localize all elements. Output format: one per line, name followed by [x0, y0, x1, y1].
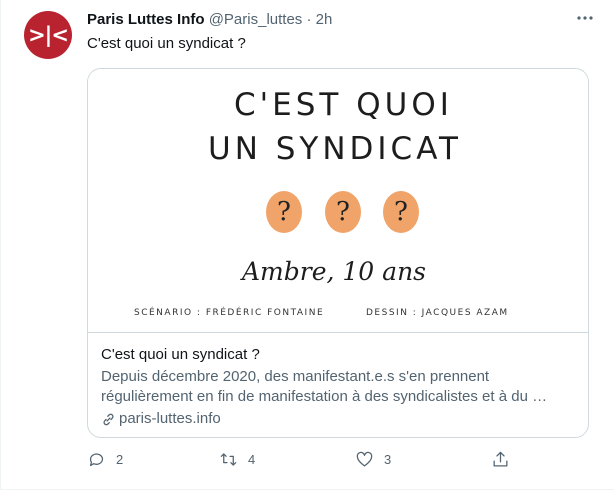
question-bubble: ?: [266, 191, 302, 233]
retweet-count: 4: [248, 452, 256, 467]
card-image-credit-art: DESSIN : JACQUES AZAM: [366, 308, 509, 318]
like-count: 3: [384, 452, 392, 467]
heart-icon: [356, 451, 373, 467]
card-image-byline: Ambre, 10 ans: [242, 257, 426, 286]
reply-icon: [89, 453, 104, 467]
like-button[interactable]: 3: [355, 450, 391, 469]
share-icon: [493, 451, 508, 467]
tweet-text: C'est quoi un syndicat ?: [87, 35, 246, 52]
author-handle[interactable]: @Paris_luttes: [209, 11, 303, 28]
tweet-actions: 2 4 3: [87, 450, 527, 474]
card-link-domain: paris-luttes.info: [119, 410, 221, 427]
tweet-header: Paris Luttes Info @Paris_luttes · 2h: [87, 10, 574, 30]
link-icon: [103, 413, 114, 425]
share-button[interactable]: [491, 450, 510, 469]
card-link[interactable]: paris-luttes.info: [101, 409, 575, 429]
reply-button[interactable]: 2: [87, 450, 123, 469]
card-image-title-line2: UN SYNDICAT: [208, 131, 462, 167]
card-image-credit-script: SCÉNARIO : FRÉDÉRIC FONTAINE: [134, 308, 325, 318]
card-title: C'est quoi un syndicat ?: [101, 346, 260, 363]
card-body[interactable]: C'est quoi un syndicat ? Depuis décembre…: [101, 345, 575, 429]
retweet-button[interactable]: 4: [219, 450, 255, 469]
question-bubble: ?: [383, 191, 419, 233]
question-bubble: ?: [325, 191, 361, 233]
reply-count: 2: [116, 452, 124, 467]
avatar[interactable]: >|<: [24, 11, 72, 59]
card-image[interactable]: C'EST QUOI UN SYNDICAT ? ? ? Ambre, 10 a…: [88, 69, 588, 333]
more-options-button[interactable]: [575, 8, 595, 28]
card-image-title-line1: C'EST QUOI: [234, 87, 453, 123]
avatar-logo: >|<: [28, 23, 69, 47]
retweet-icon: [220, 453, 237, 466]
separator-dot: ·: [306, 11, 312, 28]
author-name[interactable]: Paris Luttes Info: [87, 11, 205, 28]
more-icon: [577, 16, 593, 20]
tweet[interactable]: >|< Paris Luttes Info @Paris_luttes · 2h…: [0, 0, 614, 490]
card-description: Depuis décembre 2020, des manifestant.e.…: [101, 368, 548, 405]
link-card[interactable]: C'EST QUOI UN SYNDICAT ? ? ? Ambre, 10 a…: [87, 68, 589, 438]
tweet-timestamp[interactable]: 2h: [316, 11, 333, 28]
